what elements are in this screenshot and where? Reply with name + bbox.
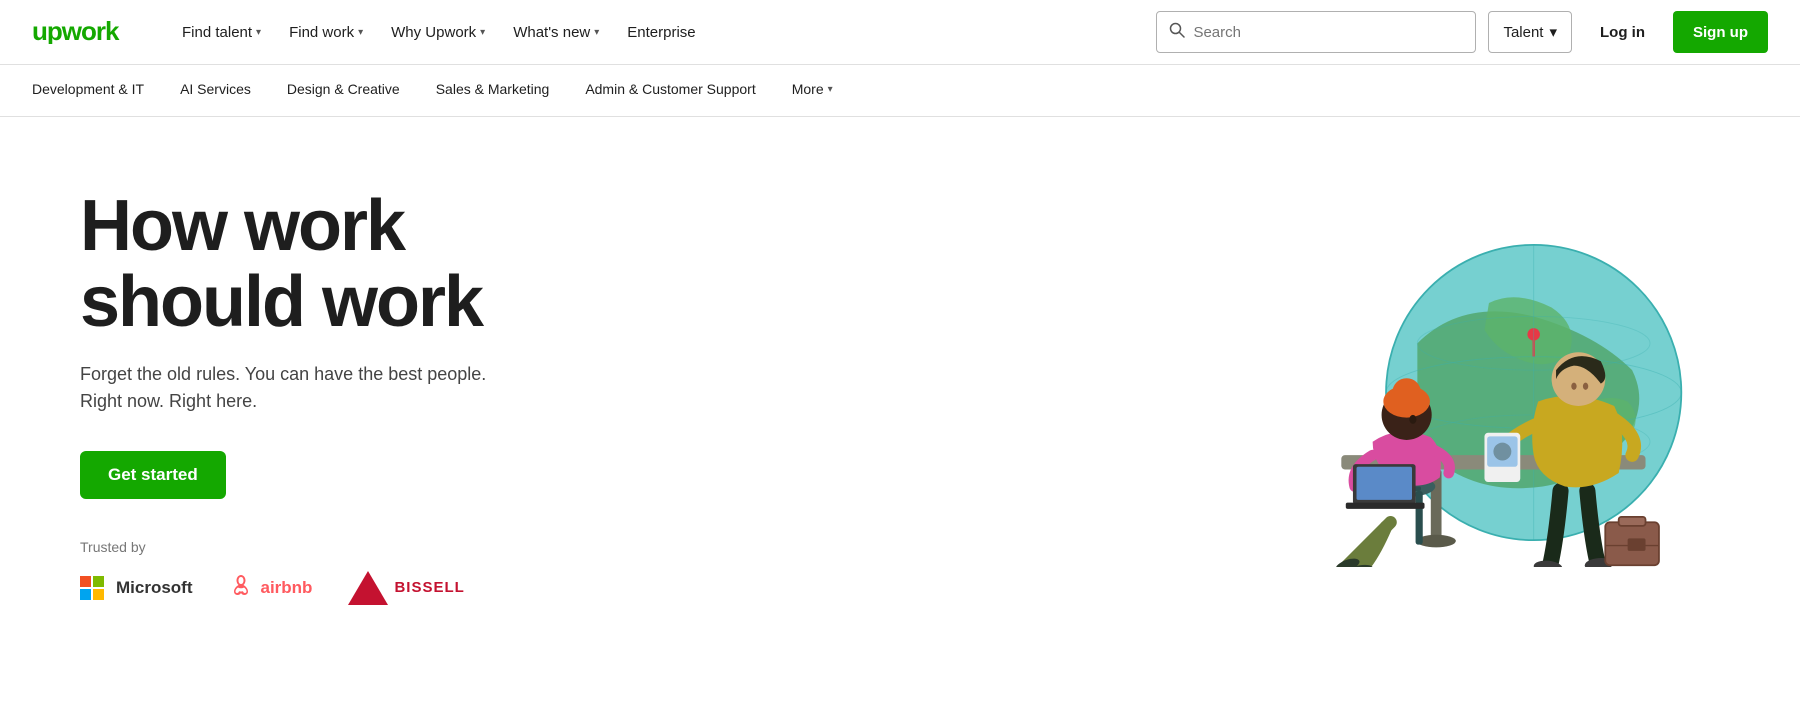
cat-dev-it-label: Development & IT [32,81,144,97]
top-navigation: upwork Find talent ▾ Find work ▾ Why Upw… [0,0,1800,65]
airbnb-logo: airbnb [229,573,313,603]
nav-whats-new-label: What's new [513,24,590,41]
nav-find-talent-label: Find talent [182,24,252,41]
cat-sales-marketing[interactable]: Sales & Marketing [418,65,568,116]
microsoft-logo: Microsoft [80,576,193,600]
hero-svg [1240,227,1720,567]
nav-find-talent-chevron: ▾ [256,27,261,38]
nav-find-work-label: Find work [289,24,354,41]
cat-ai-services-label: AI Services [180,81,251,97]
cat-admin-support[interactable]: Admin & Customer Support [567,65,773,116]
bissell-logo: BISSELL [348,571,464,605]
trusted-section: Trusted by Microsoft [80,499,486,605]
nav-enterprise[interactable]: Enterprise [615,16,707,49]
nav-whats-new[interactable]: What's new ▾ [501,16,611,49]
cat-more-label: More [792,81,824,97]
cat-more[interactable]: More ▾ [774,65,851,116]
sign-up-button[interactable]: Sign up [1673,11,1768,53]
cat-sales-marketing-label: Sales & Marketing [436,81,550,97]
search-box[interactable] [1156,11,1476,53]
nav-whats-new-chevron: ▾ [594,27,599,38]
talent-dropdown-chevron: ▾ [1549,23,1557,41]
cat-design-creative-label: Design & Creative [287,81,400,97]
search-input[interactable] [1193,24,1463,41]
hero-left-content: How work should work Forget the old rule… [80,189,486,604]
search-icon [1169,22,1185,43]
hero-section: How work should work Forget the old rule… [0,117,1800,657]
nav-find-work[interactable]: Find work ▾ [277,16,375,49]
hero-title: How work should work [80,189,486,340]
talent-dropdown[interactable]: Talent ▾ [1488,11,1572,53]
cat-dev-it[interactable]: Development & IT [32,65,162,116]
cat-ai-services[interactable]: AI Services [162,65,269,116]
nav-find-talent[interactable]: Find talent ▾ [170,16,273,49]
bissell-text: BISSELL [394,579,464,596]
nav-enterprise-label: Enterprise [627,24,695,41]
nav-find-work-chevron: ▾ [358,27,363,38]
trusted-logos: Microsoft airbnb BISSELL [80,571,486,605]
get-started-button[interactable]: Get started [80,451,226,499]
microsoft-icon [80,576,104,600]
log-in-button[interactable]: Log in [1584,11,1661,53]
talent-dropdown-label: Talent [1503,24,1543,41]
cat-admin-support-label: Admin & Customer Support [585,81,755,97]
hero-subtitle: Forget the old rules. You can have the b… [80,361,486,415]
cat-more-chevron: ▾ [828,84,833,95]
airbnb-text: airbnb [261,578,313,598]
nav-why-upwork-label: Why Upwork [391,24,476,41]
bissell-icon [348,571,388,605]
upwork-logo[interactable]: upwork [32,16,134,49]
nav-links: Find talent ▾ Find work ▾ Why Upwork ▾ W… [170,16,1156,49]
nav-why-upwork[interactable]: Why Upwork ▾ [379,16,497,49]
nav-right-section: Talent ▾ Log in Sign up [1156,11,1768,53]
microsoft-text: Microsoft [116,578,193,598]
nav-why-upwork-chevron: ▾ [480,27,485,38]
airbnb-icon [229,573,253,603]
trusted-label: Trusted by [80,539,486,555]
svg-text:upwork: upwork [32,16,120,44]
hero-illustration [1240,227,1720,567]
category-navigation: Development & IT AI Services Design & Cr… [0,65,1800,117]
cat-design-creative[interactable]: Design & Creative [269,65,418,116]
